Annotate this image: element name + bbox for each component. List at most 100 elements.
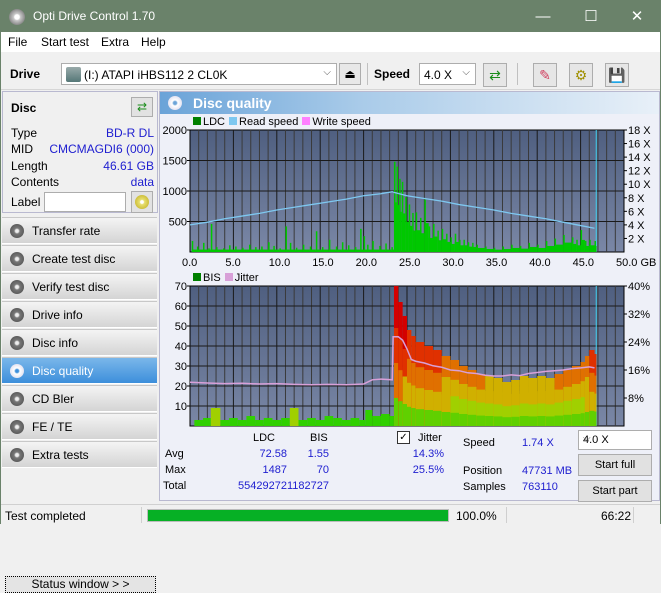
settings-button[interactable]: ⚙ <box>569 63 593 87</box>
test-speed-select[interactable]: 4.0 X ⌵ <box>578 430 652 450</box>
bis-bar <box>372 416 381 426</box>
disc-test-icon <box>10 252 24 266</box>
y2-tick-label: 16 X <box>628 139 651 151</box>
speed-select[interactable]: 4.0 X ⌵ <box>419 63 476 85</box>
nav-verify-test-disc[interactable]: Verify test disc <box>2 273 157 300</box>
save-button[interactable]: 💾 <box>605 63 629 87</box>
x-tick-label: 10.0 <box>269 257 290 269</box>
chevron-down-icon: ⌵ <box>583 433 591 444</box>
nav-label: Extra tests <box>32 448 89 462</box>
ldc-fill <box>519 248 529 252</box>
nav-label: FE / TE <box>32 420 73 434</box>
ldc-fill <box>584 245 590 252</box>
avg-jitter: 14.3% <box>412 448 444 460</box>
start-full-button[interactable]: Start full <box>578 454 652 476</box>
ldc-fill <box>363 249 368 252</box>
disc-refresh-button[interactable]: ⇄ <box>131 97 153 117</box>
eject-icon: ⏏ <box>344 67 356 81</box>
nav-cd-bler[interactable]: CD Bler <box>2 385 157 412</box>
menu-file[interactable]: File <box>8 35 27 49</box>
y-tick-label: 60 <box>175 301 187 313</box>
menu-start-test[interactable]: Start test <box>41 35 89 49</box>
ldc-fill <box>367 249 373 252</box>
y2-tick-label: 8% <box>628 393 644 405</box>
menu-extra[interactable]: Extra <box>101 35 129 49</box>
ldc-fill <box>328 249 336 252</box>
nav-create-test-disc[interactable]: Create test disc <box>2 245 157 272</box>
ldc-fill <box>576 245 581 252</box>
disc-label-input[interactable] <box>44 192 126 212</box>
label-key: Label <box>11 195 41 209</box>
disc-test-icon <box>10 280 24 294</box>
y2-tick-label: 16% <box>628 365 650 377</box>
drive-select[interactable]: (I:) ATAPI iHBS112 2 CL0K ⌵ <box>61 63 337 85</box>
status-divider <box>141 507 142 523</box>
ldc-fill <box>379 249 386 252</box>
bis-bar <box>194 420 204 426</box>
status-window-button[interactable]: Status window > > <box>5 576 156 593</box>
y2-tick-label: 8 X <box>628 193 645 205</box>
eject-button[interactable]: ⏏ <box>339 63 361 85</box>
nav-fe-te[interactable]: FE / TE <box>2 413 157 440</box>
minimize-button[interactable]: — <box>520 1 566 32</box>
ldc-fill <box>268 249 274 252</box>
nav-label: Drive info <box>32 308 83 322</box>
y-tick-label: 20 <box>175 381 187 393</box>
y-tick-label: 2000 <box>163 125 187 137</box>
ldc-fill <box>208 249 211 252</box>
ldc-fill <box>285 249 290 252</box>
nav-label: Verify test disc <box>32 280 110 294</box>
nav-drive-info[interactable]: Drive info <box>2 301 157 328</box>
ldc-fill <box>441 239 447 252</box>
y2-tick-label: 2 X <box>628 233 645 245</box>
disc-info-panel: Disc ⇄ Type BD-R DL MID CMCMAGDI6 (000) Le… <box>2 91 158 213</box>
ldc-fill <box>594 245 597 252</box>
ldc-fill <box>385 249 392 252</box>
toolbar-divider <box>517 63 518 85</box>
bis-bar <box>433 410 442 426</box>
nav-label: CD Bler <box>32 392 75 406</box>
menu-help[interactable]: Help <box>141 35 166 49</box>
disc-test-icon <box>10 336 24 350</box>
title-bar: Opti Drive Control 1.70 — ☐ ✕ <box>1 1 660 32</box>
nav-extra-tests[interactable]: Extra tests <box>2 441 157 468</box>
nav-disc-quality[interactable]: Disc quality <box>2 357 157 384</box>
ldc-fill <box>273 249 280 252</box>
disc-value: BD-R DL <box>105 126 154 140</box>
bis-bar <box>324 416 334 426</box>
bis-bar <box>584 412 590 426</box>
label-disc-button[interactable] <box>131 191 153 213</box>
bis-bar <box>307 418 316 426</box>
ldc-fill <box>467 246 473 252</box>
drive-icon <box>66 67 81 82</box>
bis-bar <box>210 408 221 426</box>
eraser-icon: ✎ <box>539 67 551 83</box>
x-tick-label: 15.0 <box>312 257 333 269</box>
jitter-header: Jitter <box>418 432 442 444</box>
samples-value: 763110 <box>522 481 558 493</box>
max-jitter: 25.5% <box>412 464 444 476</box>
nav-transfer-rate[interactable]: Transfer rate <box>2 217 157 244</box>
ldc-chart: 0.0 5.0 10.0 15.0 20.0 25.0 30.0 35.0 40.0 45.0 50… <box>163 125 657 269</box>
ldc-fill <box>242 249 250 252</box>
close-button[interactable]: ✕ <box>614 1 660 32</box>
ldc-fill <box>210 249 217 252</box>
erase-button[interactable]: ✎ <box>533 63 557 87</box>
ldc-fill <box>255 249 262 252</box>
refresh-button[interactable]: ⇄ <box>483 63 507 87</box>
ldc-fill <box>476 247 486 252</box>
panel-title: Disc quality <box>193 95 272 111</box>
ldc-fill <box>335 249 342 252</box>
avg-ldc: 72.58 <box>259 448 287 460</box>
bis-bar <box>485 416 494 426</box>
nav-disc-info[interactable]: Disc info <box>2 329 157 356</box>
y-tick-label: 1000 <box>163 186 187 198</box>
jitter-checkbox[interactable]: ✓ <box>397 431 410 444</box>
start-part-button[interactable]: Start part <box>578 480 652 502</box>
ldc-fill <box>289 249 296 252</box>
disc-row-type: Type BD-R DL <box>11 126 154 142</box>
disc-test-icon <box>10 392 24 406</box>
maximize-button[interactable]: ☐ <box>568 1 614 32</box>
ldc-fill <box>433 236 438 252</box>
x-tick-label: 25.0 <box>399 257 420 269</box>
